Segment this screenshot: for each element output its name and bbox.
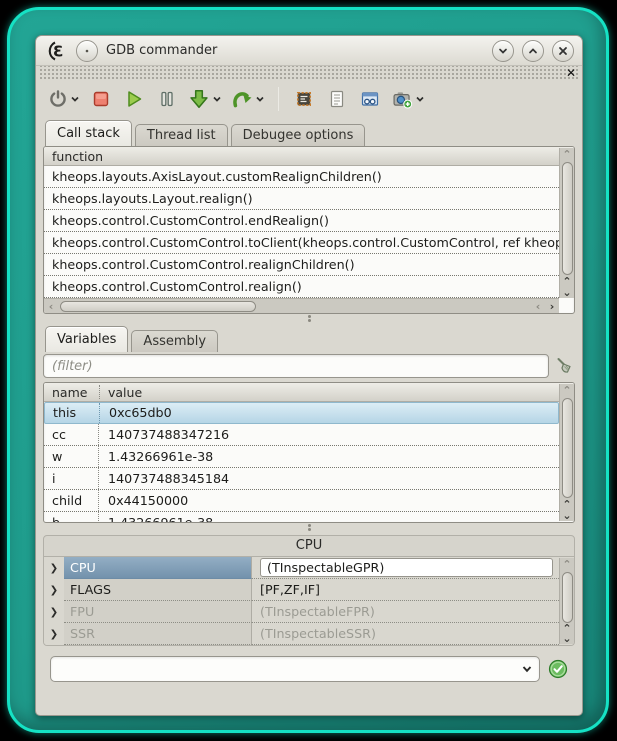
column-function[interactable]: function (44, 149, 111, 164)
column-value[interactable]: value (100, 385, 150, 400)
send-command-button[interactable] (548, 659, 568, 679)
cpu-inspector: CPU ❯ CPU (TInspectableGPR) ❯ FLAGS [PF,… (43, 535, 575, 646)
callstack-row[interactable]: kheops.control.CustomControl.endRealign(… (44, 210, 559, 232)
chevron-down-icon (415, 94, 425, 104)
scroll-up-icon[interactable]: ⌃ (560, 276, 574, 286)
toolbar-separator (278, 87, 279, 111)
variable-row-i[interactable]: i 140737488345184 (44, 468, 559, 490)
scroll-right-icon[interactable]: › (545, 301, 559, 312)
dock-grip[interactable]: ✕ (38, 66, 580, 80)
variables-header[interactable]: name value (44, 383, 574, 402)
chevron-down-icon (255, 94, 265, 104)
debug-toolbar (36, 80, 582, 118)
cpu-value-editbox[interactable]: (TInspectableGPR) (260, 558, 553, 577)
power-button[interactable] (48, 86, 80, 112)
expand-arrow-icon[interactable]: ❯ (44, 557, 64, 579)
expand-arrow-icon[interactable]: ❯ (44, 601, 64, 623)
filter-row (43, 352, 575, 382)
scroll-down-icon[interactable]: ⌄ (560, 286, 574, 298)
cpu-row-flags[interactable]: ❯ FLAGS [PF,ZF,IF] (44, 579, 574, 601)
cpu-view-button[interactable] (292, 86, 316, 112)
cpu-vscrollbar[interactable]: ⌃ ⌃ ⌄ (559, 558, 574, 644)
scroll-down-icon[interactable]: ⌄ (560, 633, 574, 644)
callstack-row[interactable]: kheops.layouts.Layout.realign() (44, 188, 559, 210)
screen: Ɛ GDB commander ✕ (0, 0, 617, 741)
window-menu-button[interactable] (76, 40, 98, 62)
play-button[interactable] (122, 86, 146, 112)
scroll-up-icon[interactable]: ⌃ (560, 499, 574, 509)
tab-call-stack[interactable]: Call stack (45, 120, 132, 146)
gdb-command-input[interactable] (51, 658, 515, 680)
titlebar: Ɛ GDB commander (36, 36, 582, 66)
filter-input[interactable] (43, 354, 549, 378)
close-button[interactable] (552, 40, 574, 62)
callstack-row[interactable]: kheops.layouts.AxisLayout.customRealignC… (44, 166, 559, 188)
scroll-left-icon[interactable]: ‹ (531, 301, 545, 312)
step-over-button[interactable] (231, 86, 265, 112)
roll-down-button[interactable] (492, 40, 514, 62)
cpu-row-cpu[interactable]: ❯ CPU (TInspectableGPR) (44, 557, 574, 579)
hscroll-thumb[interactable] (60, 301, 256, 312)
variable-row-b[interactable]: b 1.43266961e-38 (44, 512, 559, 522)
scroll-down-icon[interactable]: ⌄ (560, 509, 574, 521)
splitter-handle[interactable] (43, 314, 575, 326)
gdb-commander-window: Ɛ GDB commander ✕ (35, 35, 583, 716)
scroll-up-icon[interactable]: ⌃ (560, 384, 574, 397)
variable-row-cc[interactable]: cc 140737488347216 (44, 424, 559, 446)
callstack-rows: kheops.layouts.AxisLayout.customRealignC… (44, 166, 559, 298)
column-name[interactable]: name (44, 385, 99, 400)
output-list-button[interactable] (325, 86, 349, 112)
chevron-down-icon (212, 94, 222, 104)
variable-row-w[interactable]: w 1.43266961e-38 (44, 446, 559, 468)
scroll-left-icon[interactable]: ‹ (44, 301, 58, 312)
cpu-row-fpu[interactable]: ❯ FPU (TInspectableFPR) (44, 601, 574, 623)
cpu-grid: ❯ CPU (TInspectableGPR) ❯ FLAGS [PF,ZF,I… (44, 556, 574, 645)
cpu-row-ssr[interactable]: ❯ SSR (TInspectableSSR) (44, 623, 574, 645)
command-bar (43, 648, 575, 682)
watch-window-button[interactable] (358, 86, 382, 112)
vscroll-thumb[interactable] (562, 572, 573, 623)
gdb-command-combobox[interactable] (50, 656, 540, 682)
svg-text:Ɛ: Ɛ (53, 42, 63, 60)
callstack-vscrollbar[interactable]: ⌃ ⌃ ⌄ (559, 148, 574, 298)
callstack-header[interactable]: function (44, 147, 574, 166)
callstack-list: function kheops.layouts.AxisLayout.custo… (43, 146, 575, 314)
step-into-button[interactable] (188, 86, 222, 112)
clear-filter-icon[interactable] (555, 356, 575, 376)
scroll-up-icon[interactable]: ⌃ (560, 148, 574, 161)
tab-variables[interactable]: Variables (45, 326, 128, 352)
pause-button[interactable] (155, 86, 179, 112)
roll-up-button[interactable] (522, 40, 544, 62)
dock-close-icon[interactable]: ✕ (566, 66, 576, 80)
expand-arrow-icon[interactable]: ❯ (44, 579, 64, 601)
variables-tabbar: Variables Assembly (43, 326, 575, 352)
tab-assembly[interactable]: Assembly (131, 330, 218, 352)
tab-thread-list[interactable]: Thread list (135, 124, 228, 146)
vscroll-thumb[interactable] (562, 398, 573, 498)
app-logo-icon: Ɛ (44, 41, 68, 61)
splitter-handle[interactable] (43, 523, 575, 535)
variables-rows: this 0xc65db0 cc 140737488347216 w 1.432… (44, 402, 559, 522)
scroll-up-icon[interactable]: ⌃ (560, 558, 574, 571)
callstack-tabbar: Call stack Thread list Debugee options (43, 120, 575, 146)
callstack-row[interactable]: kheops.control.CustomControl.realign() (44, 276, 559, 298)
variables-vscrollbar[interactable]: ⌃ ⌃ ⌄ (559, 384, 574, 521)
snapshot-button[interactable] (391, 86, 425, 112)
callstack-row[interactable]: kheops.control.CustomControl.realignChil… (44, 254, 559, 276)
callstack-row[interactable]: kheops.control.CustomControl.toClient(kh… (44, 232, 559, 254)
variable-row-child[interactable]: child 0x44150000 (44, 490, 559, 512)
combo-dropdown-icon[interactable] (515, 663, 539, 675)
variable-row-this[interactable]: this 0xc65db0 (44, 402, 559, 424)
tab-debugee-options[interactable]: Debugee options (231, 124, 366, 146)
callstack-hscrollbar[interactable]: ‹ ‹ › (44, 298, 559, 313)
window-title: GDB commander (106, 43, 217, 58)
cpu-group-title: CPU (44, 536, 574, 556)
vscroll-thumb[interactable] (562, 162, 573, 275)
chevron-down-icon (70, 94, 80, 104)
variables-table: name value this 0xc65db0 cc 140737488347… (43, 382, 575, 523)
expand-arrow-icon[interactable]: ❯ (44, 623, 64, 645)
stop-button[interactable] (89, 86, 113, 112)
